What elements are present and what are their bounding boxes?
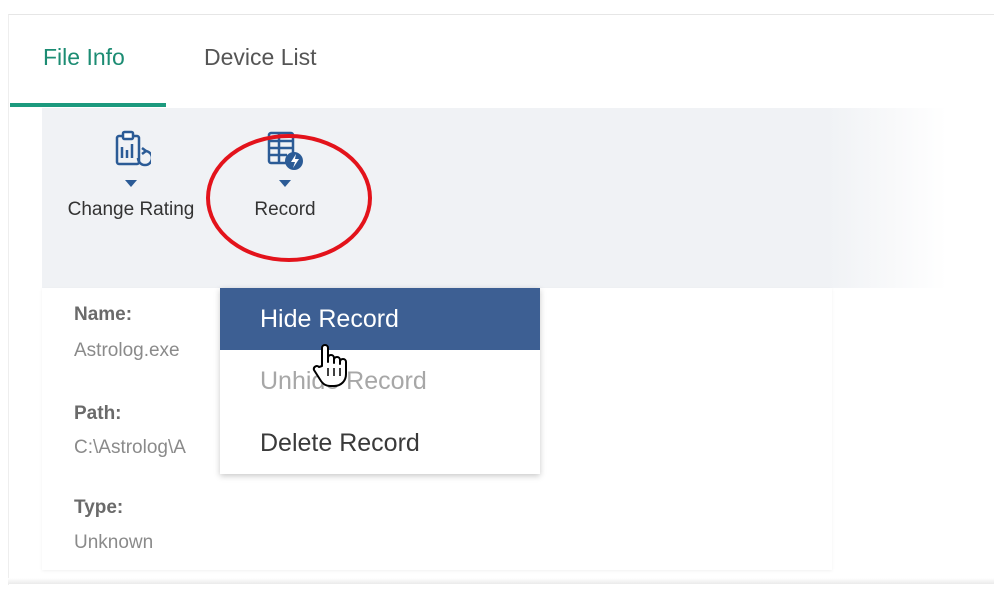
tab-device-list[interactable]: Device List (204, 44, 316, 71)
chevron-down-icon (279, 180, 291, 187)
list-bolt-icon (267, 131, 303, 170)
record-button[interactable]: Record (230, 130, 340, 221)
change-rating-label: Change Rating (67, 199, 195, 220)
type-value: Unknown (74, 532, 154, 553)
name-value: Astrolog.exe (74, 340, 180, 361)
clipboard-refresh-icon (115, 130, 151, 167)
unhide-record-item: Unhide Record (260, 367, 427, 395)
toolbar: Change Rating Record (42, 108, 827, 288)
active-tab-indicator (10, 103, 166, 107)
chevron-down-icon (125, 180, 137, 187)
path-value: C:\Astrolog\A (74, 437, 186, 458)
delete-record-item[interactable]: Delete Record (220, 412, 540, 474)
change-rating-button[interactable]: Change Rating (56, 130, 206, 221)
hide-record-item[interactable]: Hide Record (220, 288, 540, 350)
tab-file-info[interactable]: File Info (43, 44, 125, 71)
record-label: Record (254, 199, 316, 220)
path-label: Path: (74, 403, 122, 424)
name-label: Name: (74, 304, 133, 325)
panel-bottom-edge (8, 578, 994, 584)
record-dropdown-menu: Hide Record Unhide Record Delete Record (220, 288, 540, 474)
type-label: Type: (74, 497, 124, 518)
toolbar-fade (827, 108, 947, 288)
